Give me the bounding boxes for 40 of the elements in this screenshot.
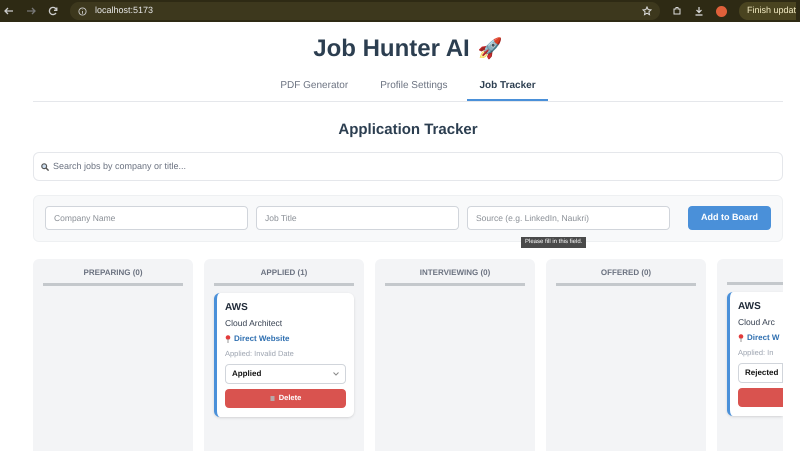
search-field[interactable]: Search jobs by company or title... [33,152,783,180]
address-bar[interactable]: localhost:5173 [70,2,660,20]
status-select[interactable]: Applied [225,364,346,384]
column-header: OFFERED (0) [556,258,696,286]
text-input[interactable]: Company Name [45,206,248,230]
avatar-icon[interactable] [716,6,727,16]
section-heading: Application Tracker [338,120,478,140]
source-link[interactable]: Direct W [747,332,780,344]
update-button[interactable]: Finish updat [738,2,796,20]
url-text: localhost:5173 [95,4,154,18]
company-name: AWS [738,300,762,314]
pin-icon [225,335,231,344]
column-header: PREPARING (0) [43,258,183,286]
job-role: Cloud Arc [738,316,776,328]
text-input[interactable]: Job Title [256,206,459,230]
reload-icon[interactable] [48,6,58,16]
chevron-down-icon [333,372,339,376]
add-button[interactable]: Add to Board [688,206,771,230]
info-icon[interactable] [78,6,87,16]
rocket-emoji: 🚀 [478,36,503,62]
extensions-icon[interactable] [672,6,682,16]
status-select[interactable]: Rejected [738,362,783,382]
job-role: Cloud Architect [225,316,284,330]
app-title: Job Hunter AI [313,34,470,64]
nav-tab[interactable]: Profile Settings [368,71,460,101]
star-icon[interactable] [642,6,652,16]
download-icon[interactable] [694,6,704,16]
nav-tab[interactable]: PDF Generator [268,71,360,101]
column-header: APPLIED (1) [214,258,354,286]
nav-tab[interactable]: Job Tracker [467,71,548,101]
company-name: AWS [225,300,249,314]
delete-button[interactable] [738,388,783,406]
back-icon[interactable] [4,6,14,16]
source-link[interactable]: Direct Website [234,333,290,346]
trash-icon [270,395,275,401]
text-input[interactable]: Source (e.g. LinkedIn, Naukri) [467,206,670,230]
forward-icon[interactable] [26,6,36,16]
pin-icon [738,334,744,342]
search-icon [41,162,49,170]
column-header: INTERVIEWING (0) [385,258,525,286]
